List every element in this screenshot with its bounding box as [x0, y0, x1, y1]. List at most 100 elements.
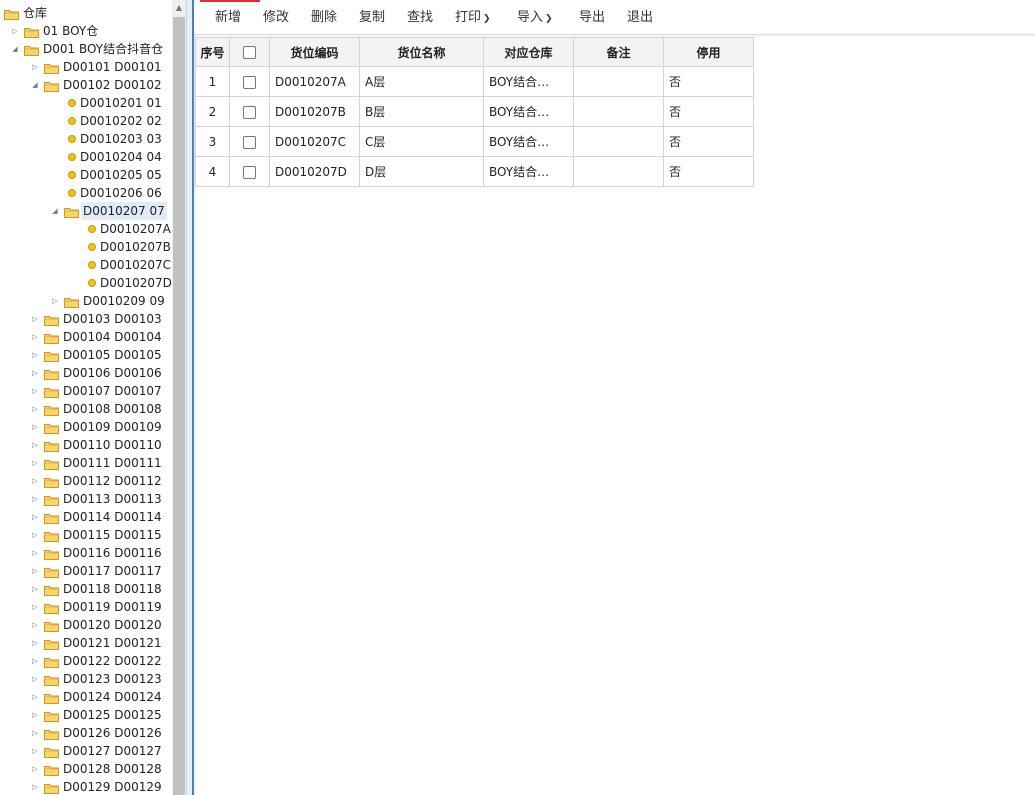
tree-collapsed-arrow-icon[interactable]: ▷: [30, 544, 40, 562]
header-disabled[interactable]: 停用: [663, 37, 754, 67]
tree-node[interactable]: ▷ D00120 D00120: [0, 616, 172, 634]
tree-node[interactable]: D0010207D: [0, 274, 172, 292]
tree-collapsed-arrow-icon[interactable]: ▷: [30, 436, 40, 454]
tree-node[interactable]: ▷ D00112 D00112: [0, 472, 172, 490]
tree-node[interactable]: D0010201 01: [0, 94, 172, 112]
cell-select[interactable]: [229, 96, 270, 127]
tree-node[interactable]: ▷ D00111 D00111: [0, 454, 172, 472]
tree-node-label[interactable]: D00101 D00101: [61, 58, 164, 76]
tree-node[interactable]: ▷ D00129 D00129: [0, 778, 172, 795]
tree-node-label[interactable]: D00110 D00110: [61, 436, 164, 454]
header-remark[interactable]: 备注: [573, 37, 664, 67]
tree-expanded-arrow-icon[interactable]: ◢: [50, 202, 60, 220]
tree-node-label[interactable]: D0010207 07: [81, 202, 167, 220]
tree-collapsed-arrow-icon[interactable]: ▷: [30, 58, 40, 76]
cell-select[interactable]: [229, 66, 270, 97]
tree-node-label[interactable]: D00122 D00122: [61, 652, 164, 670]
tree-collapsed-arrow-icon[interactable]: ▷: [30, 598, 40, 616]
tree-collapsed-arrow-icon[interactable]: ▷: [30, 742, 40, 760]
tree-node[interactable]: D0010205 05: [0, 166, 172, 184]
tree-node[interactable]: D0010206 06: [0, 184, 172, 202]
tree-node[interactable]: ▷ D00107 D00107: [0, 382, 172, 400]
cell-select[interactable]: [229, 156, 270, 187]
tree-collapsed-arrow-icon[interactable]: ▷: [30, 472, 40, 490]
tree-node-label[interactable]: D00126 D00126: [61, 724, 164, 742]
tree-node-label[interactable]: 01 BOY仓: [41, 22, 100, 40]
tree-node-label[interactable]: D0010205 05: [78, 166, 164, 184]
tree-collapsed-arrow-icon[interactable]: ▷: [30, 400, 40, 418]
tree-node-label[interactable]: D0010207D: [98, 274, 172, 292]
tree-node[interactable]: ▷ D00114 D00114: [0, 508, 172, 526]
tree-node-label[interactable]: D00120 D00120: [61, 616, 164, 634]
tree-node-label[interactable]: D00117 D00117: [61, 562, 164, 580]
tree-node-label[interactable]: D00118 D00118: [61, 580, 164, 598]
tree-node[interactable]: ▷ D0010209 09: [0, 292, 172, 310]
tree-node[interactable]: D0010202 02: [0, 112, 172, 130]
export-button[interactable]: 导出: [579, 2, 605, 34]
tree-node-label[interactable]: D00127 D00127: [61, 742, 164, 760]
table-row[interactable]: 1 D0010207A A层 BOY结合… 否: [195, 66, 754, 97]
tree-node-label[interactable]: D00108 D00108: [61, 400, 164, 418]
tree-node-label[interactable]: D0010206 06: [78, 184, 164, 202]
tree-collapsed-arrow-icon[interactable]: ▷: [50, 292, 60, 310]
tree-node[interactable]: ▷ D00115 D00115: [0, 526, 172, 544]
tree-node[interactable]: ▷ D00110 D00110: [0, 436, 172, 454]
tree-node-label[interactable]: D00105 D00105: [61, 346, 164, 364]
tree-node[interactable]: ▷ D00106 D00106: [0, 364, 172, 382]
copy-button[interactable]: 复制: [359, 2, 385, 34]
tree-expanded-arrow-icon[interactable]: ◢: [10, 40, 20, 58]
row-checkbox[interactable]: [243, 105, 256, 119]
tree-node[interactable]: D0010203 03: [0, 130, 172, 148]
tree-collapsed-arrow-icon[interactable]: ▷: [30, 508, 40, 526]
table-row[interactable]: 4 D0010207D D层 BOY结合… 否: [195, 156, 754, 187]
tree-node-label[interactable]: D0010207B: [98, 238, 172, 256]
row-checkbox[interactable]: [243, 75, 256, 89]
panel-splitter[interactable]: [186, 0, 195, 795]
tree-collapsed-arrow-icon[interactable]: ▷: [30, 364, 40, 382]
tree-collapsed-arrow-icon[interactable]: ▷: [30, 634, 40, 652]
tree-node-label[interactable]: D00109 D00109: [61, 418, 164, 436]
tree-node-label[interactable]: D0010203 03: [78, 130, 164, 148]
tree-node-label[interactable]: D00111 D00111: [61, 454, 164, 472]
tree-node[interactable]: ▷ D00108 D00108: [0, 400, 172, 418]
tree-collapsed-arrow-icon[interactable]: ▷: [10, 22, 20, 40]
tree-node[interactable]: ▷ D00123 D00123: [0, 670, 172, 688]
tree-node-label[interactable]: D00107 D00107: [61, 382, 164, 400]
tree-node-label[interactable]: D0010207A A: [98, 220, 172, 238]
tree-collapsed-arrow-icon[interactable]: ▷: [30, 778, 40, 795]
tree-collapsed-arrow-icon[interactable]: ▷: [30, 562, 40, 580]
header-name[interactable]: 货位名称: [359, 37, 484, 67]
tree-collapsed-arrow-icon[interactable]: ▷: [30, 328, 40, 346]
tree-collapsed-arrow-icon[interactable]: ▷: [30, 346, 40, 364]
table-row[interactable]: 2 D0010207B B层 BOY结合… 否: [195, 96, 754, 127]
tree-node[interactable]: D0010207A A: [0, 220, 172, 238]
tree-node[interactable]: ▷ D00124 D00124: [0, 688, 172, 706]
header-warehouse[interactable]: 对应仓库: [483, 37, 574, 67]
tree-node[interactable]: ▷ D00109 D00109: [0, 418, 172, 436]
tree-node[interactable]: ▷ D00118 D00118: [0, 580, 172, 598]
tree-node-label[interactable]: D0010209 09: [81, 292, 167, 310]
tree-node-label[interactable]: D0010207C: [98, 256, 172, 274]
tree-node-label[interactable]: D00113 D00113: [61, 490, 164, 508]
tree-node[interactable]: ▷ D00119 D00119: [0, 598, 172, 616]
tree-node[interactable]: ▷ D00128 D00128: [0, 760, 172, 778]
tree-node-label[interactable]: D00103 D00103: [61, 310, 164, 328]
tree-node-label[interactable]: D00125 D00125: [61, 706, 164, 724]
scrollbar-thumb[interactable]: [173, 17, 185, 795]
tree-node[interactable]: ▷ D00125 D00125: [0, 706, 172, 724]
tree-node-label[interactable]: D00129 D00129: [61, 778, 164, 795]
tree-collapsed-arrow-icon[interactable]: ▷: [30, 526, 40, 544]
cell-select[interactable]: [229, 126, 270, 157]
tree-node[interactable]: ◢ D001 BOY结合抖音仓: [0, 40, 172, 58]
header-select-all[interactable]: [229, 37, 270, 67]
tree-node[interactable]: ▷ 01 BOY仓: [0, 22, 172, 40]
tree-collapsed-arrow-icon[interactable]: ▷: [30, 490, 40, 508]
tree-node-label[interactable]: D00128 D00128: [61, 760, 164, 778]
tree-node[interactable]: ◢ D00102 D00102: [0, 76, 172, 94]
tree-collapsed-arrow-icon[interactable]: ▷: [30, 454, 40, 472]
tree-node-label[interactable]: D00102 D00102: [61, 76, 164, 94]
tree-node[interactable]: ▷ D00116 D00116: [0, 544, 172, 562]
tree-node[interactable]: ▷ D00104 D00104: [0, 328, 172, 346]
select-all-checkbox[interactable]: [243, 46, 256, 59]
tree-node-label[interactable]: D00121 D00121: [61, 634, 164, 652]
